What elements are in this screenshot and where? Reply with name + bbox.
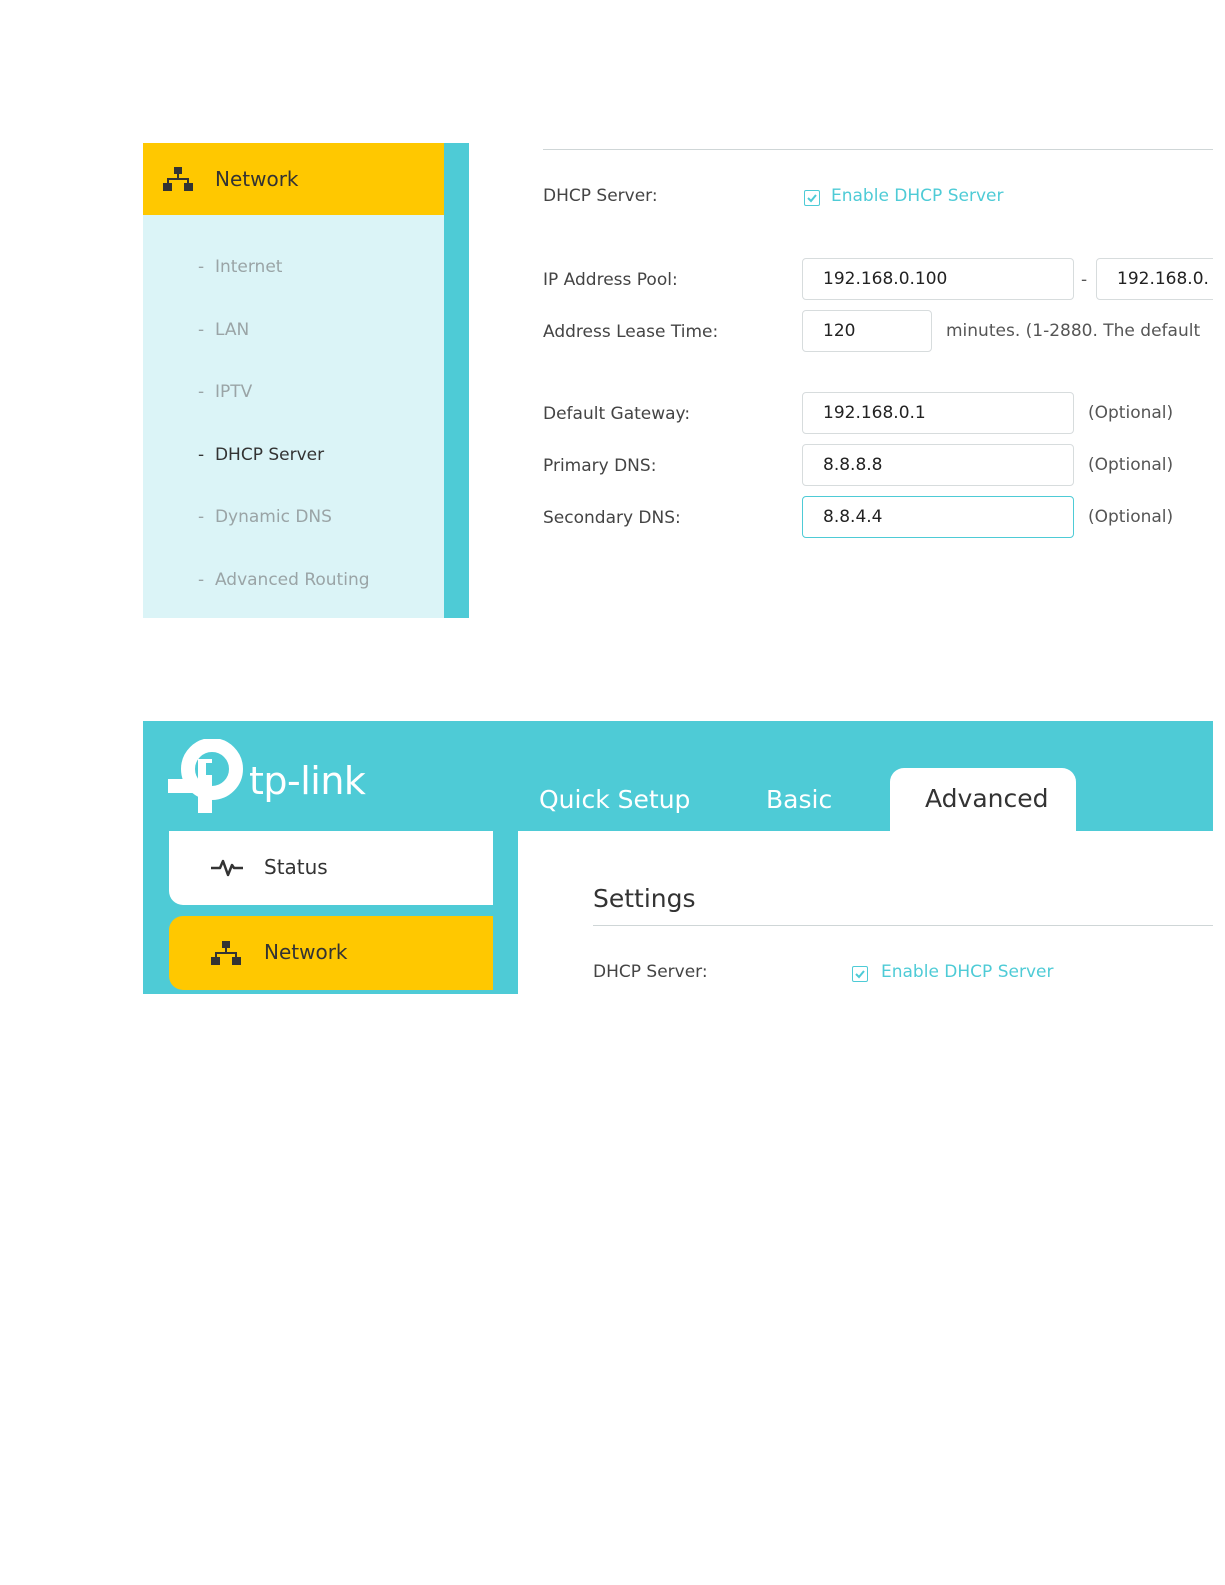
activity-icon [211,859,243,877]
lease-time-label: Address Lease Time: [543,322,719,342]
enable-dhcp-label[interactable]: Enable DHCP Server [881,962,1053,982]
checkmark-icon [807,194,817,203]
ip-pool-separator: - [1081,270,1088,290]
network-icon [211,941,241,965]
tab-quick-setup[interactable]: Quick Setup [539,785,690,814]
secondary-dns-input[interactable] [802,496,1074,538]
secondary-dns-label: Secondary DNS: [543,508,681,528]
tp-link-logo-icon [168,739,243,813]
tab-advanced[interactable]: Advanced [890,768,1076,838]
sidebar-item-status[interactable]: Status [169,831,493,905]
lease-time-note: minutes. (1-2880. The default [946,321,1201,341]
checkmark-icon [855,970,865,979]
sidebar-network-label: Network [264,940,348,964]
primary-dns-optional-note: (Optional) [1088,455,1174,475]
sidebar-item-dynamic-dns[interactable]: - Dynamic DNS [198,507,332,527]
sidebar-item-internet[interactable]: - Internet [198,257,282,277]
enable-dhcp-checkbox[interactable] [852,966,868,982]
enable-dhcp-label[interactable]: Enable DHCP Server [831,186,1003,206]
network-icon [163,167,193,191]
ip-pool-label: IP Address Pool: [543,270,678,290]
sidebar-item-lan[interactable]: - LAN [198,320,249,340]
sidebar-item-advanced-routing[interactable]: - Advanced Routing [198,570,370,590]
main-content: Settings DHCP Server: Enable DHCP Server [518,831,1213,994]
primary-dns-input[interactable] [802,444,1074,486]
default-gateway-input[interactable] [802,392,1074,434]
sidebar-item-iptv[interactable]: - IPTV [198,382,252,402]
sidebar-header-label: Network [215,167,299,191]
lease-time-input[interactable] [802,310,932,352]
gateway-optional-note: (Optional) [1088,403,1174,423]
tab-advanced-label: Advanced [925,784,1049,813]
sidebar-item-network[interactable]: Network [143,143,444,215]
sidebar-item-dhcp-server[interactable]: - DHCP Server [198,445,324,465]
sidebar: Network - Internet - LAN - IPTV - DHCP S… [143,143,469,618]
dhcp-server-label: DHCP Server: [593,962,708,982]
primary-dns-label: Primary DNS: [543,456,657,476]
enable-dhcp-checkbox[interactable] [804,190,820,206]
divider [543,149,1213,150]
divider [593,925,1213,926]
dhcp-settings-panel: Network - Internet - LAN - IPTV - DHCP S… [143,143,1213,618]
sidebar-subnav: - Internet - LAN - IPTV - DHCP Server - … [143,215,444,618]
router-header-panel: tp-link Quick Setup Basic Advanced Statu… [143,721,1213,994]
default-gateway-label: Default Gateway: [543,404,691,424]
ip-pool-end-input[interactable] [1096,258,1213,300]
dhcp-server-label: DHCP Server: [543,186,658,206]
ip-pool-start-input[interactable] [802,258,1074,300]
brand-name: tp-link [249,759,366,803]
sidebar-item-network[interactable]: Network [169,916,493,990]
tab-basic[interactable]: Basic [766,785,832,814]
dhcp-form: DHCP Server: Enable DHCP Server IP Addre… [543,143,1213,618]
sidebar-status-label: Status [264,855,328,879]
secondary-dns-optional-note: (Optional) [1088,507,1174,527]
section-title: Settings [593,884,696,913]
